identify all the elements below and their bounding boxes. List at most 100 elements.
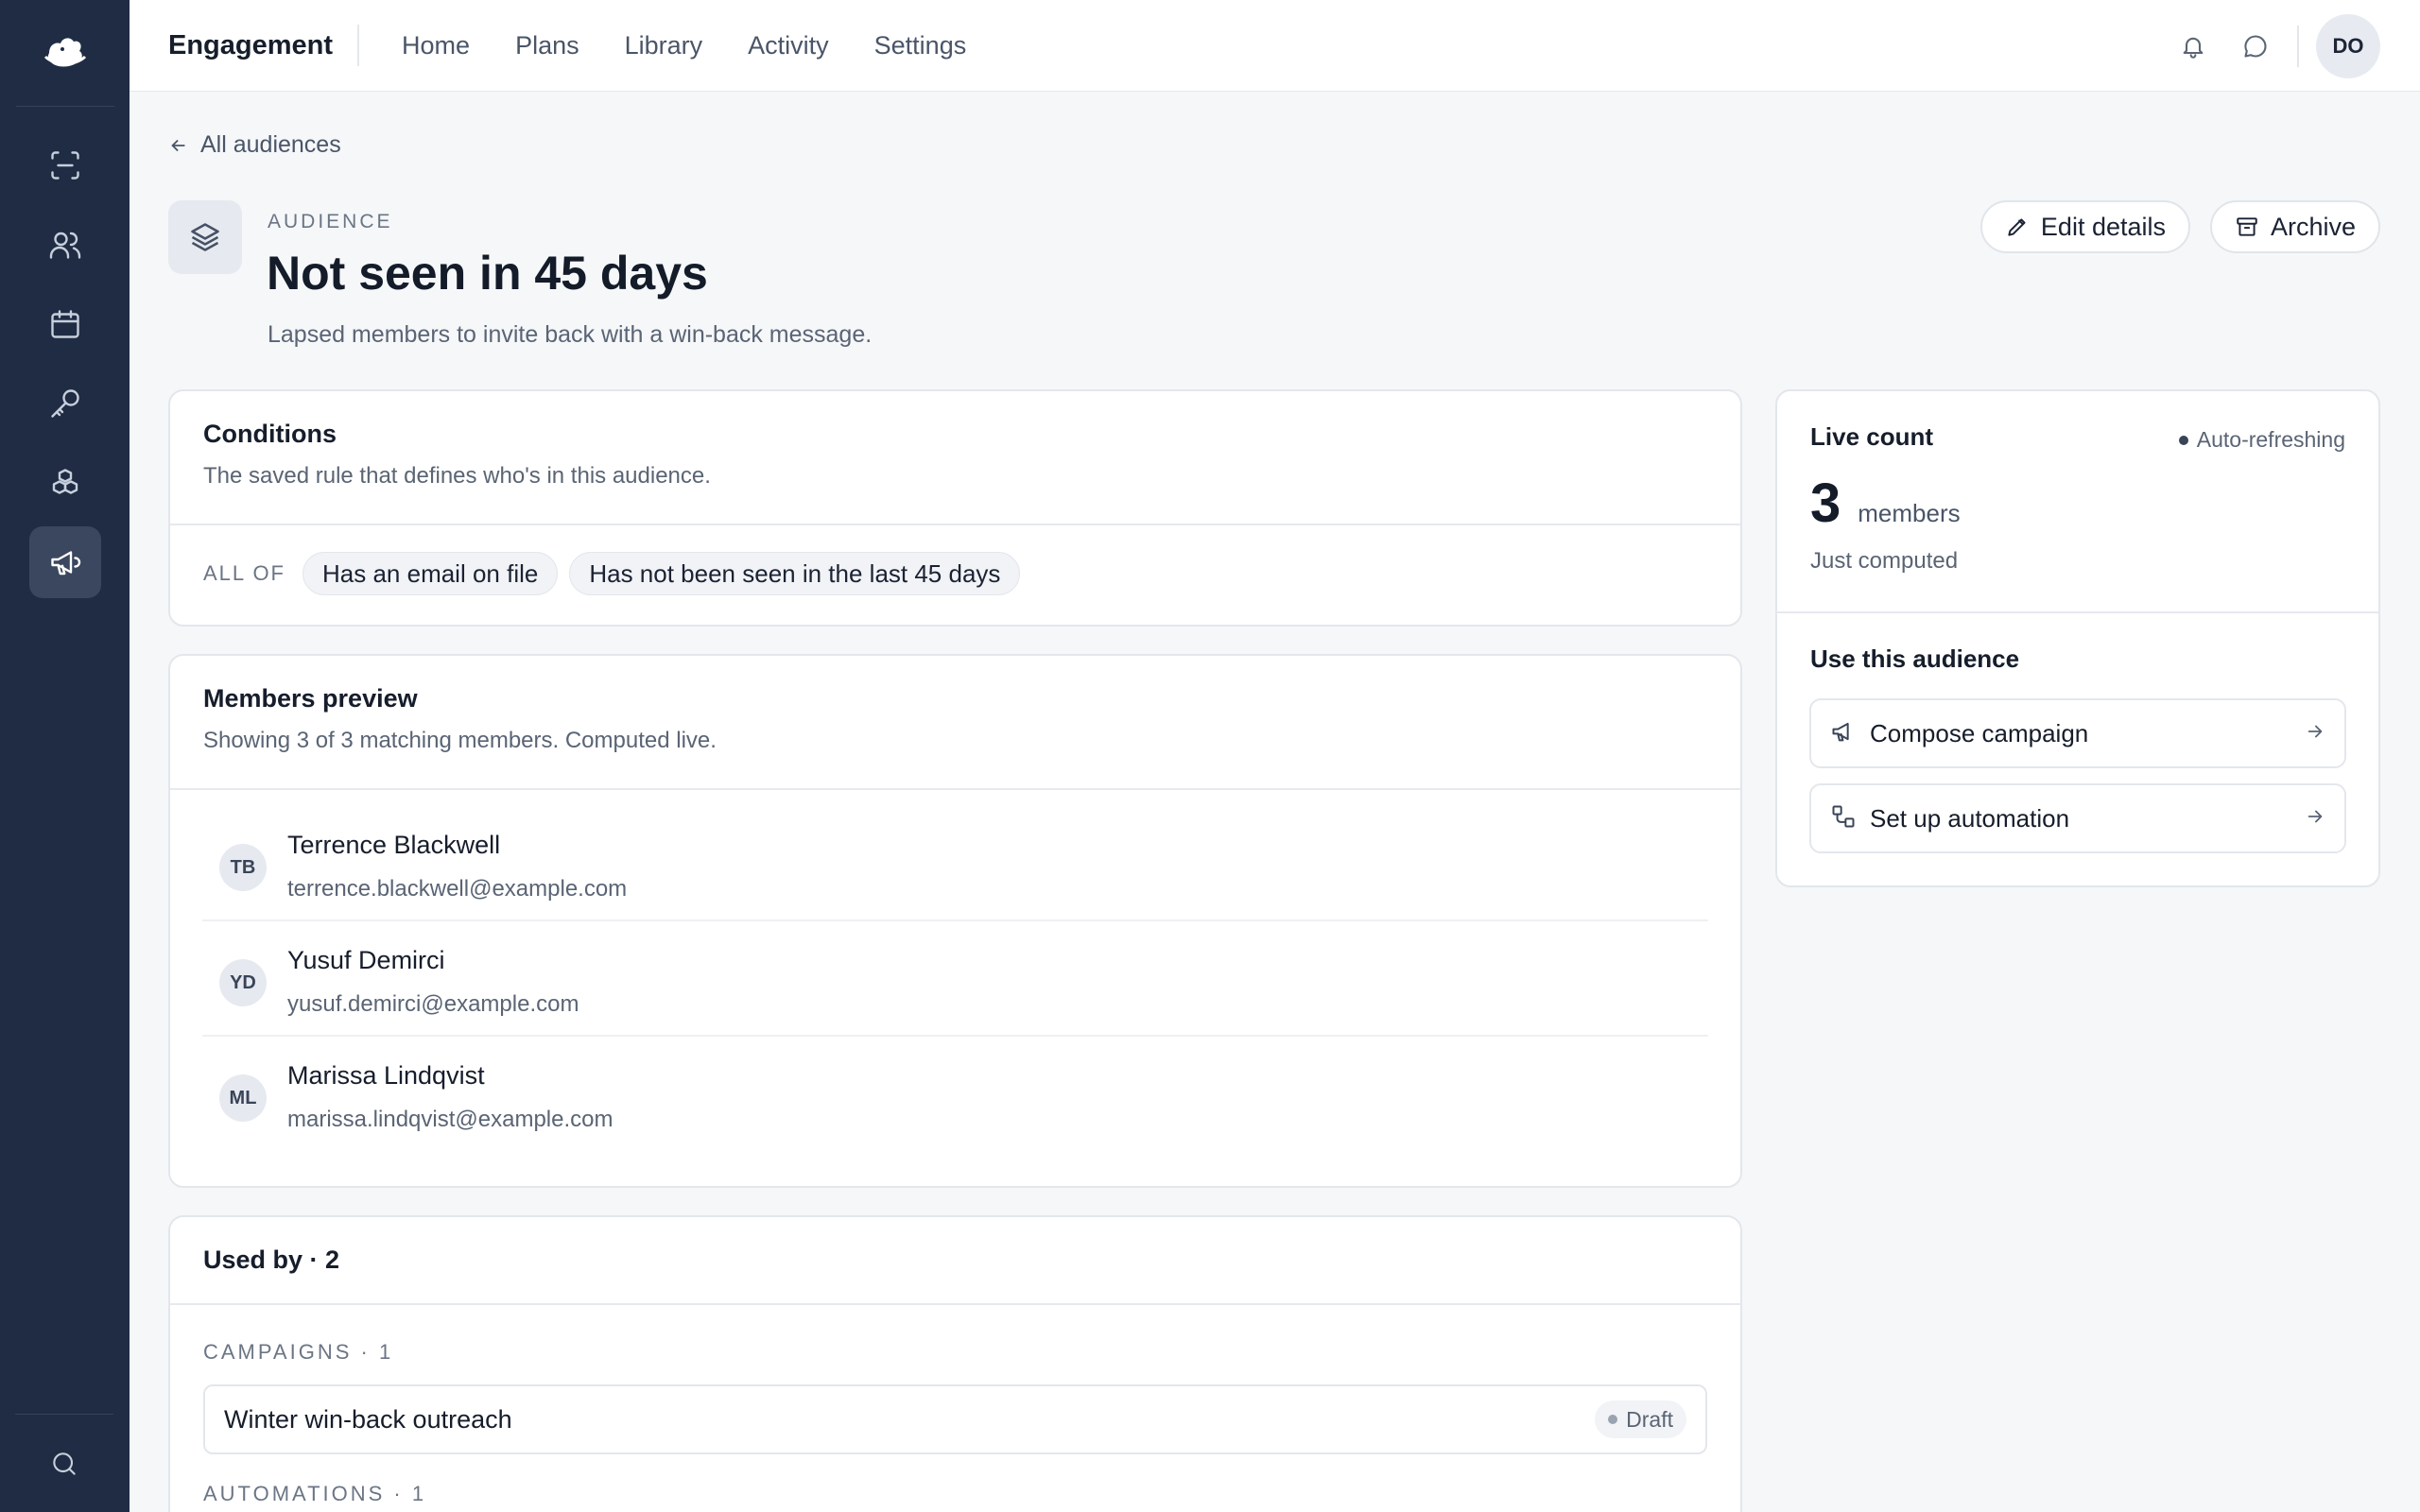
- member-count: 3: [1810, 472, 1841, 534]
- back-link[interactable]: All audiences: [168, 131, 341, 159]
- auto-refresh-label: Auto-refreshing: [2196, 427, 2345, 452]
- members-preview-subtitle: Showing 3 of 3 matching members. Compute…: [203, 728, 717, 753]
- back-link-label: All audiences: [200, 131, 341, 158]
- match-mode-label: ALL OF: [203, 561, 285, 585]
- computed-status: Just computed: [1810, 548, 1959, 574]
- status-badge-label: Draft: [1626, 1406, 1673, 1432]
- live-count-title: Live count: [1810, 422, 1934, 451]
- condition-chip[interactable]: Has an email on file: [302, 552, 559, 595]
- members-divider: [170, 788, 1740, 790]
- sidebar-search-button[interactable]: [28, 1428, 100, 1500]
- arrow-left-icon: [171, 139, 185, 151]
- arrow-right-icon: [2305, 806, 2325, 832]
- page-eyebrow: AUDIENCE: [268, 211, 393, 232]
- nav-activity[interactable]: Activity: [748, 31, 829, 60]
- conditions-card: Conditions The saved rule that defines w…: [168, 389, 1742, 627]
- set-up-automation-button[interactable]: Set up automation: [1809, 783, 2346, 853]
- key-icon: [50, 389, 79, 418]
- compose-campaign-button[interactable]: Compose campaign: [1809, 698, 2346, 768]
- member-email: marissa.lindqvist@example.com: [287, 1107, 614, 1132]
- messages-button[interactable]: [2235, 26, 2276, 67]
- sidebar-item-users[interactable]: [29, 209, 101, 281]
- top-divider: [2297, 25, 2299, 67]
- page-title: Not seen in 45 days: [267, 247, 708, 300]
- logo-icon: [43, 38, 86, 67]
- member-row[interactable]: ML Marissa Lindqvist marissa.lindqvist@e…: [202, 1037, 1708, 1152]
- nav-home[interactable]: Home: [402, 31, 470, 60]
- member-avatar: ML: [219, 1074, 267, 1122]
- conditions-title: Conditions: [203, 420, 337, 448]
- nav-plans[interactable]: Plans: [515, 31, 579, 60]
- pencil-icon: [2008, 218, 2026, 236]
- member-email: terrence.blackwell@example.com: [287, 876, 628, 902]
- member-count-unit: members: [1858, 499, 1961, 527]
- workflow-icon: [1830, 803, 1857, 834]
- member-name: Marissa Lindqvist: [287, 1061, 485, 1090]
- compose-campaign-label: Compose campaign: [1870, 718, 2089, 747]
- automations-section-label: AUTOMATIONS · 1: [203, 1482, 427, 1505]
- page-subtitle: Lapsed members to invite back with a win…: [268, 321, 873, 348]
- campaign-name: Winter win-back outreach: [224, 1404, 512, 1434]
- chat-bubble-icon: [2244, 34, 2267, 58]
- set-up-automation-label: Set up automation: [1870, 803, 2070, 833]
- live-count-card: Live count Auto-refreshing 3 members Jus…: [1775, 389, 2380, 887]
- status-badge: Draft: [1595, 1400, 1686, 1438]
- campaigns-section-label: CAMPAIGNS · 1: [203, 1340, 394, 1364]
- archive-icon: [2237, 217, 2257, 236]
- used-by-title: Used by · 2: [203, 1246, 340, 1274]
- member-email: yusuf.demirci@example.com: [287, 991, 579, 1017]
- boxes-icon: [52, 469, 78, 494]
- scan-icon: [50, 151, 79, 180]
- calendar-icon: [50, 310, 79, 338]
- bell-icon: [2183, 37, 2204, 59]
- user-avatar[interactable]: DO: [2316, 13, 2380, 78]
- search-icon: [53, 1452, 76, 1475]
- sidebar-item-scan[interactable]: [29, 129, 101, 201]
- campaign-row[interactable]: Winter win-back outreach Draft: [203, 1384, 1707, 1454]
- status-dot: [2178, 435, 2188, 445]
- audience-icon-tile: [168, 200, 242, 274]
- member-name: Yusuf Demirci: [287, 946, 445, 974]
- member-row[interactable]: TB Terrence Blackwell terrence.blackwell…: [202, 806, 1708, 921]
- auto-refresh-indicator: Auto-refreshing: [2178, 427, 2345, 453]
- edit-details-button[interactable]: Edit details: [1979, 200, 2190, 253]
- top-bar: Engagement Home Plans Library Activity S…: [130, 0, 2420, 92]
- megaphone-icon: [1830, 718, 1857, 749]
- top-right-controls: DO: [2152, 0, 2380, 92]
- edit-details-label: Edit details: [2040, 212, 2166, 241]
- users-icon: [49, 232, 80, 259]
- condition-chip[interactable]: Has not been seen in the last 45 days: [569, 552, 1021, 595]
- sidebar-item-keys[interactable]: [29, 368, 101, 439]
- conditions-rules: ALL OF Has an email on file Has not been…: [203, 552, 1031, 595]
- conditions-divider: [170, 524, 1740, 525]
- nav-library[interactable]: Library: [625, 31, 703, 60]
- arrow-right-icon: [2305, 721, 2325, 747]
- megaphone-icon: [50, 551, 80, 576]
- archive-label: Archive: [2270, 212, 2356, 241]
- nav-settings[interactable]: Settings: [874, 31, 967, 60]
- members-preview-card: Members preview Showing 3 of 3 matching …: [168, 654, 1742, 1188]
- sidebar-item-calendar[interactable]: [29, 288, 101, 360]
- used-by-card: Used by · 2 CAMPAIGNS · 1 Winter win-bac…: [168, 1215, 1742, 1512]
- sidebar: [0, 0, 130, 1512]
- conditions-subtitle: The saved rule that defines who's in thi…: [203, 463, 711, 489]
- members-preview-title: Members preview: [203, 684, 418, 713]
- sidebar-item-campaigns[interactable]: [28, 526, 101, 598]
- member-name: Terrence Blackwell: [287, 831, 501, 859]
- notifications-button[interactable]: [2172, 26, 2214, 67]
- live-count-divider: [1777, 611, 2378, 613]
- member-row[interactable]: YD Yusuf Demirci yusuf.demirci@example.c…: [202, 921, 1708, 1037]
- brand-title: Engagement: [168, 25, 360, 66]
- use-audience-title: Use this audience: [1810, 644, 2020, 673]
- sidebar-item-modules[interactable]: [29, 447, 101, 519]
- archive-button[interactable]: Archive: [2209, 200, 2380, 253]
- logo[interactable]: [15, 0, 114, 107]
- status-dot: [1608, 1415, 1618, 1424]
- live-count-value: 3 members: [1810, 472, 1961, 535]
- member-avatar: TB: [219, 844, 267, 891]
- sidebar-bottom: [15, 1414, 113, 1512]
- layers-icon: [191, 223, 219, 251]
- member-avatar: YD: [219, 959, 267, 1006]
- main-nav: Home Plans Library Activity Settings: [379, 31, 989, 60]
- used-by-divider: [170, 1303, 1740, 1305]
